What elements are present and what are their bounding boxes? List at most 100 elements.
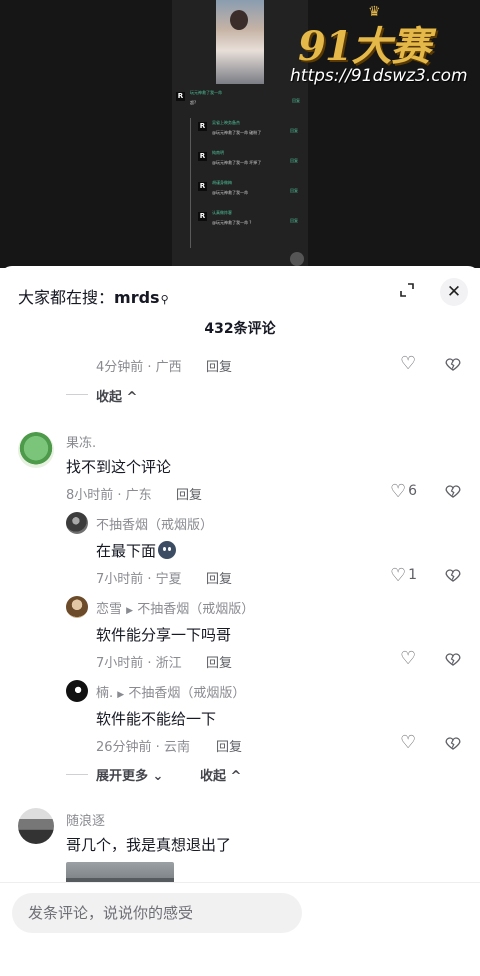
broken-heart-icon	[445, 737, 461, 750]
close-button[interactable]: ✕	[440, 278, 468, 306]
comment-text: 软件能不能给一下	[96, 710, 217, 728]
mini-avatar-icon: R	[198, 152, 207, 161]
reply-button[interactable]: 回复	[206, 356, 232, 375]
dislike-button[interactable]	[444, 566, 462, 588]
heart-outline-icon: ♡	[400, 648, 417, 669]
mini-author: 认真做炸客	[212, 210, 232, 215]
mini-author: 胡谨身做梅	[212, 180, 232, 185]
reply-button[interactable]: 回复	[216, 736, 242, 755]
reply-button[interactable]: 回复	[176, 484, 202, 503]
video-frame: R 玩元神救了我一命 超? 回复 R 吴省上映务备杰 @玩元神救了我一命 破盼了…	[172, 0, 308, 268]
thread-divider	[66, 774, 88, 775]
mini-comment: R 玩元神救了我一命 超? 回复	[176, 90, 304, 112]
like-button[interactable]: ♡ 1	[390, 566, 417, 585]
comment-count: 432条评论	[204, 321, 276, 337]
dislike-button[interactable]	[444, 734, 462, 756]
reply-button[interactable]: 回复	[206, 652, 232, 671]
broken-heart-icon	[445, 358, 461, 371]
avatar[interactable]	[66, 512, 88, 534]
collapse-button[interactable]: 收起 ^	[200, 765, 241, 784]
mini-comment: R 认真做炸客 @玩元神救了我一命 ? 回复	[198, 210, 302, 232]
mini-avatar-icon: R	[198, 122, 207, 131]
avatar[interactable]	[66, 680, 88, 702]
mini-text: @玩元神救了我一命	[212, 190, 248, 195]
like-button[interactable]: ♡	[400, 650, 416, 668]
avatar[interactable]	[18, 808, 54, 844]
mini-avatar-icon: R	[198, 212, 207, 221]
search-keyword[interactable]: mrds	[114, 288, 160, 307]
comment-meta: 7小时前 · 浙江	[96, 656, 182, 671]
chevron-down-icon: ⌄	[152, 769, 164, 784]
comment-text: 在最下面	[96, 540, 177, 561]
comment-meta: 4分钟前 · 广西	[96, 360, 182, 375]
mini-comment-thread: R 玩元神救了我一命 超? 回复 R 吴省上映务备杰 @玩元神救了我一命 破盼了…	[176, 90, 304, 240]
reply-arrow-icon: ▶	[126, 606, 134, 616]
comment-author[interactable]: 恋雪	[96, 602, 122, 617]
like-button[interactable]: ♡ 6	[390, 482, 417, 501]
like-count: 6	[408, 483, 418, 499]
mini-comment: R 纯南明 @玩元神救了我一命 坏掉了 回复	[198, 150, 302, 172]
heart-outline-icon: ♡	[400, 732, 417, 753]
comment-input[interactable]	[12, 893, 302, 933]
broken-heart-icon	[445, 653, 461, 666]
dislike-button[interactable]	[444, 650, 462, 672]
dislike-button[interactable]	[444, 355, 462, 377]
reply-target[interactable]: 不抽香烟（戒烟版）	[137, 602, 254, 617]
comment-composer	[0, 882, 480, 976]
mini-comment: R 吴省上映务备杰 @玩元神救了我一命 破盼了 回复	[198, 120, 302, 142]
thread-divider	[66, 394, 88, 395]
comment-author[interactable]: 随浪逐	[66, 810, 105, 829]
reply-button[interactable]: 回复	[206, 568, 232, 587]
comment-text: 找不到这个评论	[66, 458, 172, 476]
mini-reply: 回复	[290, 128, 298, 133]
comment-author[interactable]: 楠.	[96, 686, 113, 701]
like-button[interactable]: ♡	[400, 734, 416, 752]
like-count: 1	[408, 567, 418, 583]
mini-text: @玩元神救了我一命 ?	[212, 220, 252, 225]
expand-icon[interactable]	[396, 282, 418, 304]
search-icon: ⚲	[160, 293, 169, 306]
close-icon: ✕	[446, 282, 462, 302]
mini-author: 吴省上映务备杰	[212, 120, 240, 125]
comment-author[interactable]: 不抽香烟（戒烟版）	[96, 514, 213, 533]
mini-reply: 回复	[290, 158, 298, 163]
mini-text: 超?	[190, 100, 197, 105]
mini-badge-icon	[290, 252, 304, 266]
mini-author: 玩元神救了我一命	[190, 90, 222, 95]
comment-author[interactable]: 果冻.	[66, 432, 96, 451]
video-thumbnail	[216, 0, 264, 84]
mini-text: @玩元神救了我一命 破盼了	[212, 130, 262, 135]
comment-meta: 7小时前 · 宁夏	[96, 572, 182, 587]
expand-more-button[interactable]: 展开更多 ⌄	[96, 765, 163, 784]
avatar[interactable]	[18, 432, 54, 468]
comment-author-chain: 恋雪 ▶ 不抽香烟（戒烟版）	[96, 598, 254, 617]
comment-meta: 26分钟前 · 云南	[96, 740, 190, 755]
mini-reply: 回复	[290, 188, 298, 193]
mini-author: 纯南明	[212, 150, 224, 155]
reply-target[interactable]: 不抽香烟（戒烟版）	[128, 686, 245, 701]
comment-text: 哥几个，我是真想退出了	[66, 836, 232, 854]
search-suggestion[interactable]: 大家都在搜：mrds⚲	[18, 284, 169, 308]
heart-outline-icon: ♡	[400, 353, 417, 374]
broken-heart-icon	[445, 485, 461, 498]
watermark-logo: 91大赛	[298, 23, 431, 70]
video-background: R 玩元神救了我一命 超? 回复 R 吴省上映务备杰 @玩元神救了我一命 破盼了…	[0, 0, 480, 268]
mini-text: @玩元神救了我一命 坏掉了	[212, 160, 262, 165]
mini-reply: 回复	[290, 218, 298, 223]
broken-heart-icon	[445, 569, 461, 582]
watermark-url: https://91dswz3.com	[290, 66, 468, 86]
reply-arrow-icon: ▶	[117, 690, 125, 700]
heart-outline-icon: ♡	[390, 481, 407, 502]
comment-meta: 8小时前 · 广东	[66, 488, 152, 503]
avatar[interactable]	[66, 596, 88, 618]
search-prefix: 大家都在搜：	[18, 288, 115, 307]
mini-avatar-icon: R	[198, 182, 207, 191]
mini-reply: 回复	[292, 98, 300, 103]
emoji-face-icon	[158, 541, 177, 559]
comment-text: 软件能分享一下吗哥	[96, 626, 232, 644]
dislike-button[interactable]	[444, 482, 462, 504]
heart-outline-icon: ♡	[390, 565, 407, 586]
collapse-button[interactable]: 收起 ^	[96, 386, 137, 405]
like-button[interactable]: ♡	[400, 355, 416, 373]
comment-panel: 大家都在搜：mrds⚲ ✕ 432条评论 4分钟前 · 广西 回复 ♡ 收起 ^…	[0, 266, 480, 976]
